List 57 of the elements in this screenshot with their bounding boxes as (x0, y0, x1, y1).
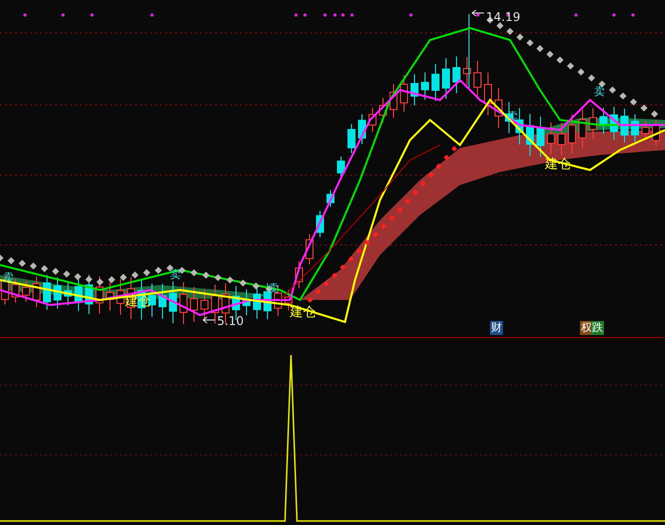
candlestick (368, 107, 376, 132)
candlestick (295, 260, 303, 289)
sell-signal-label: 卖 (594, 85, 605, 98)
candlestick (158, 283, 166, 320)
candlestick (390, 83, 398, 118)
sell-signal-label: 卖 (268, 282, 279, 295)
candlestick (169, 280, 177, 324)
candlestick (568, 114, 576, 154)
candlestick (180, 282, 188, 325)
candlestick (32, 276, 40, 308)
candlestick (400, 74, 408, 112)
candlestick (484, 72, 492, 116)
candlestick (442, 58, 450, 100)
candlestick (547, 122, 555, 156)
candlestick (200, 288, 208, 321)
candlestick (432, 63, 440, 102)
candlestick (516, 108, 524, 145)
candlestick (64, 281, 72, 306)
candlestick (589, 108, 597, 140)
candlestick (578, 109, 586, 148)
candlestick (652, 119, 660, 146)
candlestick (631, 114, 639, 142)
event-marker: 财 (490, 321, 503, 335)
candlestick (43, 274, 51, 310)
candlestick (211, 284, 219, 324)
candlestick (463, 56, 471, 86)
arrow-icon (472, 10, 484, 16)
candlestick (348, 124, 356, 154)
candlestick (452, 56, 460, 94)
candlestick (620, 108, 628, 144)
candlestick (358, 114, 366, 145)
candlestick (190, 286, 198, 322)
candlestick (558, 122, 566, 156)
sell-signal-label: 卖 (170, 268, 181, 281)
candlestick (474, 60, 482, 100)
candlestick (337, 156, 345, 178)
event-marker: 跌 (591, 321, 604, 335)
candlestick (22, 280, 30, 302)
candlestick (242, 289, 250, 316)
candlestick (316, 210, 324, 238)
candlestick (410, 74, 418, 106)
candlestick (600, 107, 608, 134)
candlestick (494, 88, 502, 128)
candlestick (54, 276, 62, 309)
sell-signal-label: 卖 (507, 110, 518, 123)
candlestick (379, 97, 387, 124)
low-price-label: 5.10 (217, 314, 244, 328)
candlestick (642, 120, 650, 140)
candlestick (610, 106, 618, 140)
candlestick (536, 116, 544, 158)
candlestick (116, 278, 124, 316)
candlestick (12, 278, 20, 304)
candlestick (306, 234, 314, 265)
candlestick (326, 190, 334, 208)
arrow-icon (202, 316, 216, 324)
candlestick (526, 113, 534, 157)
candlestick (421, 72, 429, 100)
